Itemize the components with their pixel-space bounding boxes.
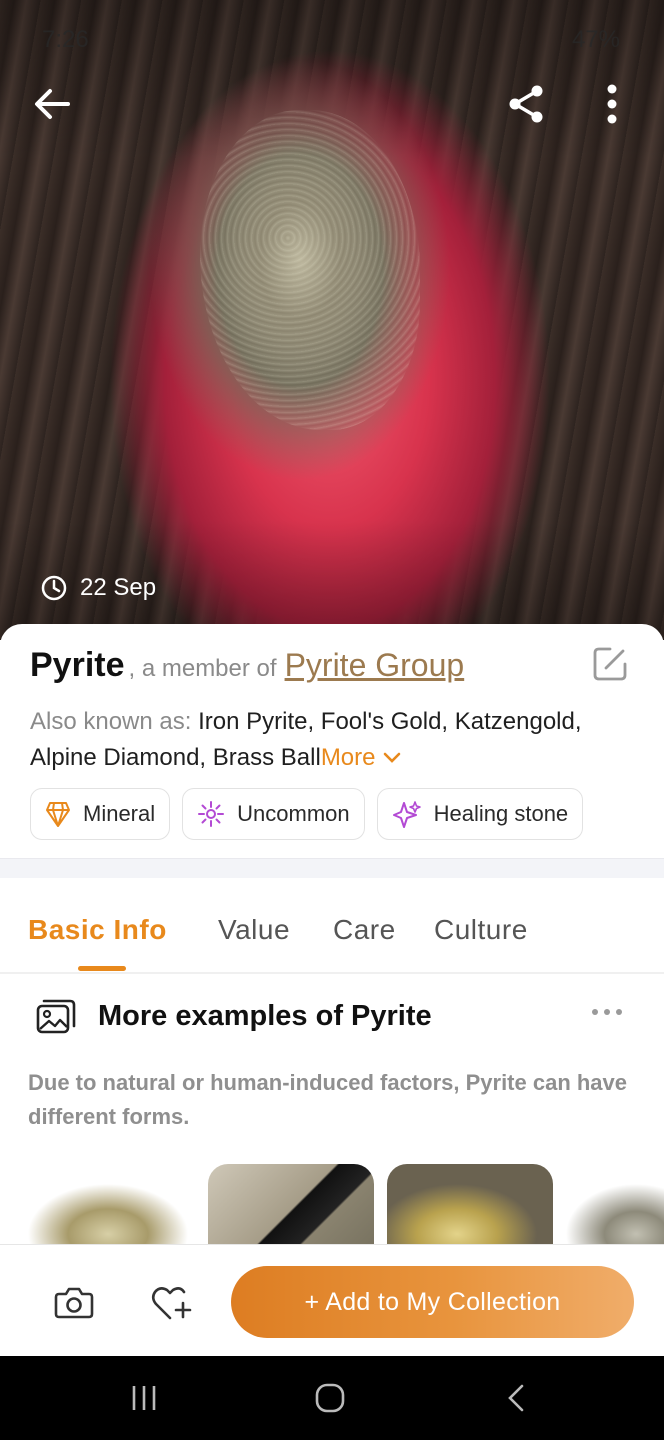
edit-icon <box>593 647 627 681</box>
photo-texture <box>200 110 420 430</box>
bottom-action-bar: + Add to My Collection <box>0 1244 664 1356</box>
more-options-button[interactable] <box>588 80 636 128</box>
healing-sparkle-icon <box>392 801 421 828</box>
title-row: Pyrite , a member of Pyrite Group <box>30 646 464 685</box>
section-more-button[interactable] <box>590 1004 624 1022</box>
photo-date: 22 Sep <box>40 574 156 602</box>
chip-label: Mineral <box>83 801 156 826</box>
ellipsis-icon <box>592 1009 622 1015</box>
group-link[interactable]: Pyrite Group <box>285 647 465 684</box>
recent-apps-button[interactable] <box>124 1378 164 1418</box>
example-image[interactable] <box>28 1164 194 1244</box>
example-image[interactable] <box>387 1164 553 1244</box>
identification-card: Pyrite , a member of Pyrite Group Also k… <box>0 624 664 860</box>
home-button[interactable] <box>310 1378 350 1418</box>
gallery-icon <box>36 999 76 1034</box>
share-icon <box>509 85 543 123</box>
section-title: More examples of Pyrite <box>98 999 432 1032</box>
back-button[interactable] <box>28 80 76 128</box>
specimen-photo[interactable] <box>0 0 664 640</box>
more-names-link[interactable]: More <box>321 744 402 771</box>
tab-basic-info[interactable]: Basic Info <box>28 914 167 946</box>
chip-mineral[interactable]: Mineral <box>30 788 171 840</box>
chevron-left-icon <box>508 1384 524 1412</box>
member-of-label: , a member of <box>128 655 277 682</box>
chip-label: Uncommon <box>237 801 350 826</box>
status-bar: 7:26 47% <box>0 0 664 76</box>
section-divider <box>0 858 664 878</box>
tab-value[interactable]: Value <box>218 914 290 946</box>
add-to-collection-button[interactable]: + Add to My Collection <box>231 1266 634 1338</box>
chip-uncommon[interactable]: Uncommon <box>182 788 365 840</box>
example-image[interactable] <box>208 1164 374 1244</box>
tab-culture[interactable]: Culture <box>434 914 528 946</box>
examples-carousel <box>0 1164 664 1244</box>
section-description: Due to natural or human-induced factors,… <box>28 1070 628 1129</box>
specimen-name: Pyrite <box>30 646 125 684</box>
home-icon <box>315 1383 345 1413</box>
tab-care[interactable]: Care <box>333 914 396 946</box>
rarity-sparkle-icon <box>198 801 225 827</box>
clock-icon <box>41 575 67 601</box>
chip-label: Healing stone <box>433 801 569 826</box>
mineral-icon <box>46 802 70 827</box>
share-button[interactable] <box>502 80 550 128</box>
tag-chips: Mineral Uncommon Healing stone <box>30 788 584 840</box>
photo-date-label: 22 Sep <box>80 574 157 601</box>
active-tab-indicator <box>78 966 126 971</box>
also-known-as: Also known as: Iron Pyrite, Fool's Gold,… <box>30 704 640 776</box>
section-header: More examples of Pyrite <box>36 998 432 1034</box>
camera-icon <box>54 1287 94 1319</box>
recents-icon <box>132 1386 156 1410</box>
heart-plus-icon <box>151 1287 192 1320</box>
status-battery: 47% <box>571 26 620 53</box>
arrow-left-icon <box>35 89 70 119</box>
edit-button[interactable] <box>590 644 630 684</box>
kebab-menu-icon <box>607 84 617 124</box>
aka-label: Also known as: <box>30 708 192 735</box>
chevron-down-icon <box>383 752 401 763</box>
more-label: More <box>320 744 376 771</box>
example-image[interactable] <box>566 1164 664 1244</box>
system-nav-bar <box>0 1356 664 1440</box>
camera-button[interactable] <box>54 1285 100 1331</box>
add-favorite-button[interactable] <box>150 1285 196 1331</box>
chip-healing-stone[interactable]: Healing stone <box>376 788 584 840</box>
status-time: 7:26 <box>42 26 89 53</box>
tab-bar: Basic Info Value Care Culture <box>0 878 664 974</box>
system-back-button[interactable] <box>496 1378 536 1418</box>
